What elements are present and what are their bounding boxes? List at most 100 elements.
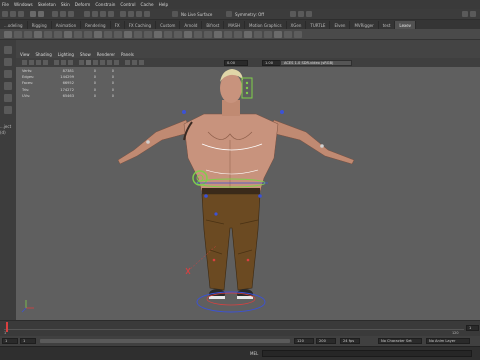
rotate-tool-icon[interactable] [4, 94, 12, 102]
shelf-tab-rigging[interactable]: Rigging [28, 21, 52, 29]
shelf-tool-icon[interactable] [34, 31, 42, 38]
menu-cache[interactable]: Cache [141, 2, 154, 7]
history-icon[interactable] [120, 11, 126, 17]
shelf-tab-odeling[interactable]: ...odeling [0, 21, 28, 29]
shelf-tool-icon[interactable] [284, 31, 292, 38]
shelf-tool-icon[interactable] [4, 31, 12, 38]
xray-icon[interactable] [125, 59, 130, 65]
open-scene-icon[interactable] [10, 11, 16, 17]
anim-layer-dropdown[interactable]: No Anim Layer [426, 338, 470, 344]
snap-point-icon[interactable] [100, 11, 106, 17]
menu-skeleton[interactable]: Skeleton [38, 2, 56, 7]
textured-icon[interactable] [100, 59, 105, 65]
current-frame-field[interactable]: 1 [466, 325, 479, 331]
snap-grid-icon[interactable] [84, 11, 90, 17]
viewport-menu-renderer[interactable]: Renderer [97, 52, 115, 57]
snap-view-plane-icon[interactable] [108, 11, 114, 17]
shelf-tool-icon[interactable] [154, 31, 162, 38]
menu-skin[interactable]: Skin [61, 2, 70, 7]
character-model[interactable] [117, 69, 355, 299]
shelf-tool-icon[interactable] [94, 31, 102, 38]
shelf-tool-icon[interactable] [244, 31, 252, 38]
character-set-dropdown[interactable]: No Character Set [378, 338, 422, 344]
shelf-tool-icon[interactable] [144, 31, 152, 38]
range-outer-end-field[interactable]: 200 [316, 338, 336, 344]
shelf-tool-icon[interactable] [74, 31, 82, 38]
resolution-gate-icon[interactable] [68, 59, 73, 65]
transform-icon[interactable] [290, 11, 296, 17]
shelf-tab-custom[interactable]: Custom [156, 21, 181, 29]
shelf-tool-icon[interactable] [124, 31, 132, 38]
shelf-tab-test[interactable]: test [379, 21, 396, 29]
xray-joints-icon[interactable] [132, 59, 137, 65]
film-gate-icon[interactable] [61, 59, 66, 65]
shelf-tool-icon[interactable] [64, 31, 72, 38]
shelf-tab-rendering[interactable]: Rendering [81, 21, 111, 29]
viewport-menu-lighting[interactable]: Lighting [58, 52, 74, 57]
new-scene-icon[interactable] [2, 11, 8, 17]
lights-icon[interactable] [107, 59, 112, 65]
shelf-tool-icon[interactable] [54, 31, 62, 38]
viewport-menu-view[interactable]: View [20, 52, 30, 57]
smooth-shade-icon[interactable] [86, 59, 91, 65]
symmetry-label[interactable]: Symmetry: Off [235, 12, 264, 17]
shelf-tab-lexev[interactable]: Lexev [395, 21, 417, 29]
fps-dropdown[interactable]: 24 fps [340, 338, 360, 344]
channel-box-icon[interactable] [470, 11, 476, 17]
move-tool-icon[interactable] [4, 82, 12, 90]
select-component-icon[interactable] [68, 11, 74, 17]
shelf-tool-icon[interactable] [24, 31, 32, 38]
exposure-field[interactable]: 0.00 [224, 59, 248, 66]
bookmarks-icon[interactable] [36, 59, 41, 65]
redo-icon[interactable] [38, 11, 44, 17]
select-hierarchy-icon[interactable] [52, 11, 58, 17]
shelf-tab-mvrigger[interactable]: MVRigger [350, 21, 379, 29]
shelf-tab-bifrost[interactable]: Bifrost [202, 21, 225, 29]
menu-constrain[interactable]: Constrain [95, 2, 115, 7]
wireframe-icon[interactable] [79, 59, 84, 65]
shelf-tab-arnold[interactable]: Arnold [180, 21, 203, 29]
shelf-tool-icon[interactable] [104, 31, 112, 38]
isolate-select-icon[interactable] [139, 59, 144, 65]
shelf-tool-icon[interactable] [274, 31, 282, 38]
shelf-tool-icon[interactable] [224, 31, 232, 38]
undo-icon[interactable] [30, 11, 36, 17]
shelf-tool-icon[interactable] [294, 31, 302, 38]
shelf-tool-icon[interactable] [214, 31, 222, 38]
range-bar[interactable] [40, 339, 290, 343]
snap-curve-icon[interactable] [92, 11, 98, 17]
time-slider[interactable]: 1 120 1 [0, 320, 480, 336]
lasso-tool-icon[interactable] [4, 58, 12, 66]
menu-file[interactable]: File [2, 2, 9, 7]
attribute-editor-icon[interactable] [306, 11, 312, 17]
ipr-render-icon[interactable] [136, 11, 142, 17]
shelf-tool-icon[interactable] [84, 31, 92, 38]
paint-tool-icon[interactable] [4, 70, 12, 78]
shelf-tab-xgen[interactable]: XGen [287, 21, 307, 29]
image-plane-icon[interactable] [43, 59, 48, 65]
menu-control[interactable]: Control [120, 2, 135, 7]
save-scene-icon[interactable] [18, 11, 24, 17]
viewport-menu-shading[interactable]: Shading [36, 52, 52, 57]
shelf-tab-fx[interactable]: FX [111, 21, 125, 29]
viewport-menu-show[interactable]: Show [80, 52, 91, 57]
menu-help[interactable]: Help [159, 2, 169, 7]
scale-tool-icon[interactable] [4, 106, 12, 114]
grid-icon[interactable] [54, 59, 59, 65]
shelf-tab-motion-graphics[interactable]: Motion Graphics [245, 21, 287, 29]
shelf-tool-icon[interactable] [184, 31, 192, 38]
time-ruler[interactable] [4, 323, 464, 330]
range-inner-start-field[interactable]: 1 [20, 338, 36, 344]
symmetry-icon[interactable] [226, 11, 232, 17]
menu-windows[interactable]: Windows [14, 2, 33, 7]
render-settings-icon[interactable] [144, 11, 150, 17]
command-input[interactable] [262, 350, 472, 357]
shelf-tool-icon[interactable] [174, 31, 182, 38]
shelf-tool-icon[interactable] [254, 31, 262, 38]
range-start-field[interactable]: 1 [2, 338, 18, 344]
menu-deform[interactable]: Deform [75, 2, 91, 7]
shelf-tool-icon[interactable] [134, 31, 142, 38]
viewport-menu-panels[interactable]: Panels [121, 52, 134, 57]
shelf-tool-icon[interactable] [264, 31, 272, 38]
shelf-tool-icon[interactable] [204, 31, 212, 38]
